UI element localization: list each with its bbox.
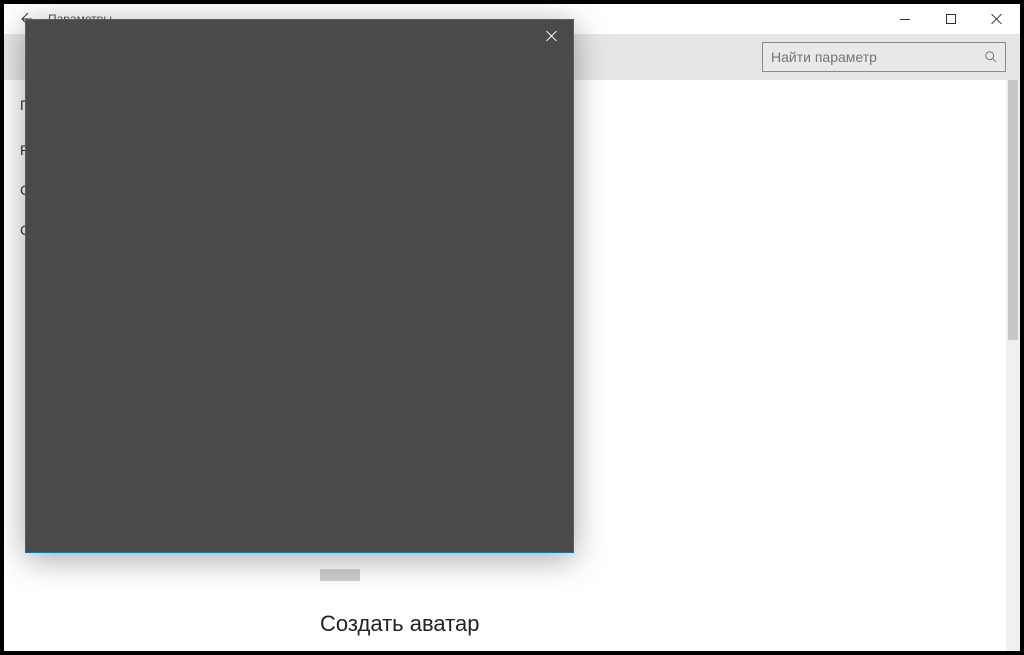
maximize-icon (946, 14, 956, 24)
minimize-icon (900, 19, 910, 20)
minimize-button[interactable] (882, 4, 928, 34)
heading-create-avatar: Создать аватар (320, 611, 990, 637)
close-icon (546, 30, 558, 42)
modal-dialog (25, 19, 574, 553)
close-icon (991, 13, 1003, 25)
maximize-button[interactable] (928, 4, 974, 34)
scrollbar[interactable] (1006, 80, 1020, 651)
settings-window: Параметры П Р С С тры и файлы е учетную … (4, 4, 1020, 651)
window-close-button[interactable] (974, 4, 1020, 34)
action-button[interactable] (320, 569, 360, 581)
scrollbar-thumb[interactable] (1008, 80, 1018, 340)
dialog-close-button[interactable] (537, 24, 567, 48)
search-icon (977, 50, 1005, 64)
search-box[interactable] (762, 42, 1006, 72)
search-input[interactable] (763, 49, 977, 65)
